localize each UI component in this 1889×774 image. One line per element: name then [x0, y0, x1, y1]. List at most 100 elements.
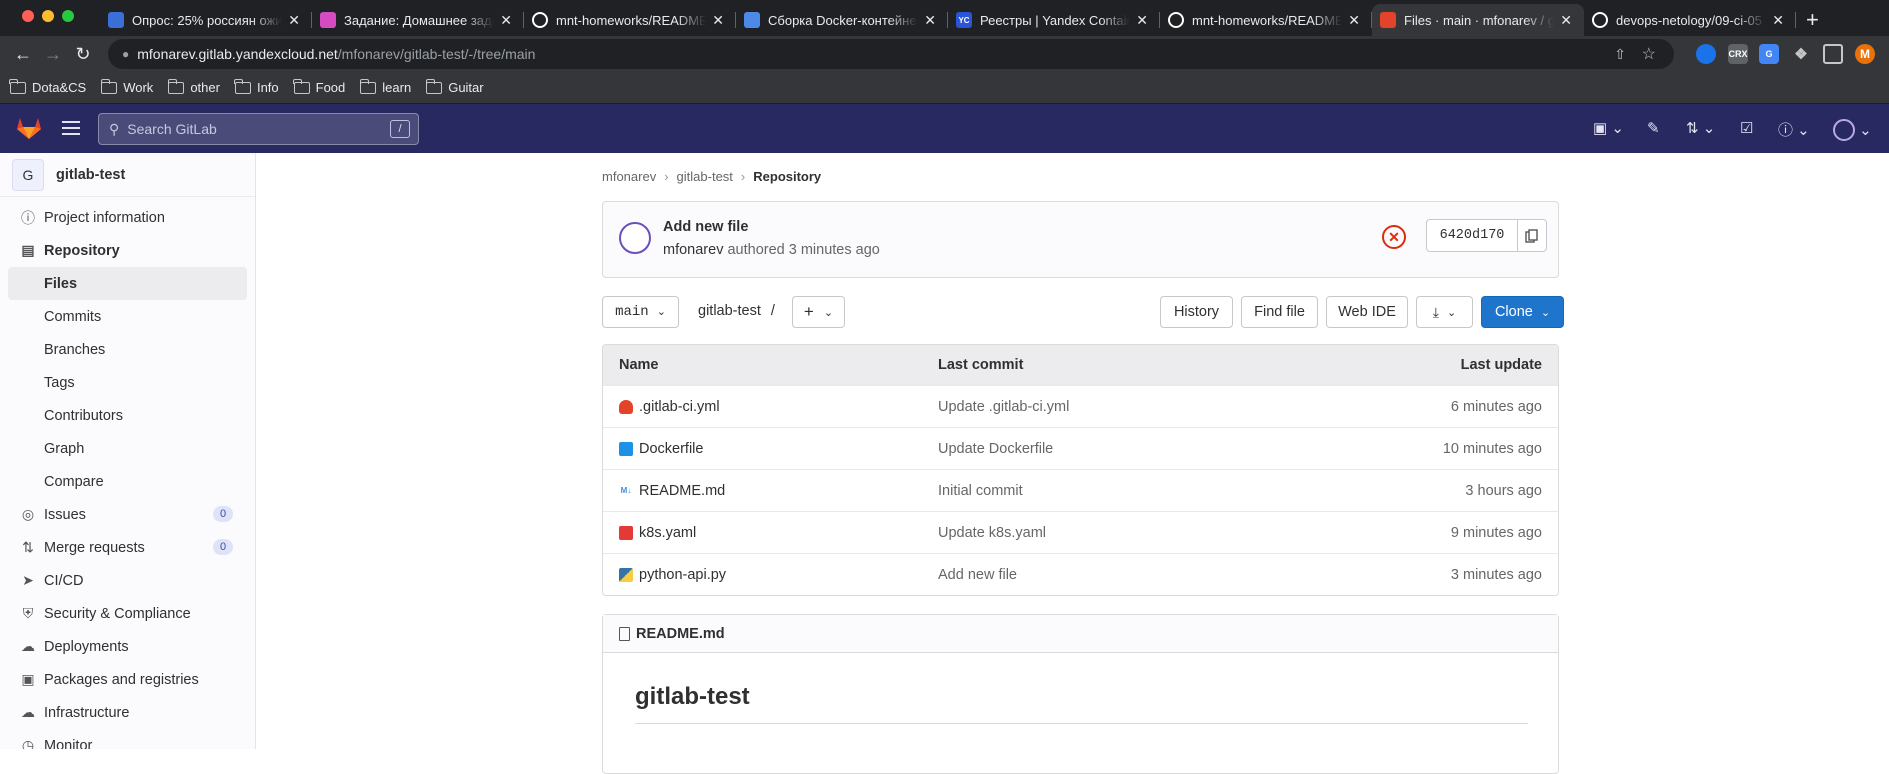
tab-close-icon[interactable]: ✕ — [712, 12, 724, 29]
browser-tab[interactable]: YC Реестры | Yandex Container ✕ — [948, 4, 1160, 36]
breadcrumb-item[interactable]: gitlab-test — [677, 169, 733, 184]
table-row[interactable]: Dockerfile Update Dockerfile 10 minutes ag… — [603, 427, 1558, 469]
sidebar-item-merge-requests[interactable]: ⇅ Merge requests 0 — [0, 531, 255, 564]
extension-translate-icon[interactable]: G — [1759, 44, 1779, 64]
menu-hamburger-icon[interactable] — [62, 121, 80, 135]
sidebar-item-issues[interactable]: ◎ Issues 0 — [0, 498, 255, 531]
clone-button[interactable]: Clone ⌄ — [1481, 296, 1564, 328]
breadcrumb-item[interactable]: mfonarev — [602, 169, 656, 184]
sidebar-item-compare[interactable]: Compare — [0, 465, 255, 498]
window-zoom-icon[interactable] — [62, 10, 74, 22]
readme-filename[interactable]: README.md — [636, 626, 725, 642]
window-minimize-icon[interactable] — [42, 10, 54, 22]
bookmark-star-icon[interactable]: ☆ — [1642, 44, 1656, 64]
share-icon[interactable]: ⇧ — [1614, 46, 1626, 63]
new-tab-icon[interactable]: + — [1806, 4, 1819, 36]
commit-title[interactable]: Add new file — [663, 219, 748, 235]
last-commit-message[interactable]: Update k8s.yaml — [938, 525, 1046, 541]
history-button[interactable]: History — [1160, 296, 1233, 328]
help-icon[interactable]: ⓘ ⌄ — [1778, 119, 1810, 140]
bookmark-folder[interactable]: Info — [234, 78, 279, 95]
browser-tab[interactable]: devops-netology/09-ci-05 ✕ — [1584, 4, 1796, 36]
tab-close-icon[interactable]: ✕ — [1348, 12, 1360, 29]
breadcrumb-item[interactable]: Repository — [753, 169, 821, 184]
branch-selector[interactable]: main ⌄ — [602, 296, 679, 328]
bookmark-folder[interactable]: Work — [100, 78, 153, 95]
table-row[interactable]: k8s.yaml Update k8s.yaml 9 minutes ago — [603, 511, 1558, 553]
last-commit-message[interactable]: Initial commit — [938, 483, 1023, 499]
issues-header-icon[interactable]: ✎ — [1647, 119, 1660, 137]
merge-requests-header-icon[interactable]: ⇅ ⌄ — [1686, 119, 1715, 137]
gitlab-logo-icon[interactable] — [16, 116, 42, 140]
repo-path-root[interactable]: gitlab-test — [698, 303, 761, 319]
add-to-tree-button[interactable]: + ⌄ — [792, 296, 845, 328]
last-commit-message[interactable]: Update .gitlab-ci.yml — [938, 399, 1069, 415]
sidebar-project-header[interactable]: G gitlab-test — [0, 153, 255, 197]
window-close-icon[interactable] — [22, 10, 34, 22]
sidebar-item-monitor[interactable]: ◷ Monitor — [0, 729, 255, 749]
last-commit-message[interactable]: Update Dockerfile — [938, 441, 1053, 457]
sidebar-item-graph[interactable]: Graph — [0, 432, 255, 465]
browser-tab[interactable]: Files · main · mfonarev / gitlab-test ✕ — [1372, 4, 1584, 36]
file-name-cell[interactable]: python-api.py — [619, 567, 726, 583]
tab-close-icon[interactable]: ✕ — [1772, 12, 1784, 29]
create-new-icon[interactable]: ▣ ⌄ — [1593, 119, 1624, 137]
find-file-button[interactable]: Find file — [1241, 296, 1318, 328]
table-row[interactable]: M↓ README.md Initial commit 3 hours ago — [603, 469, 1558, 511]
tab-close-icon[interactable]: ✕ — [924, 12, 936, 29]
download-button[interactable]: ⤓ ⌄ — [1416, 296, 1473, 328]
reload-icon[interactable]: ↻ — [68, 39, 98, 69]
address-bar[interactable]: ● mfonarev.gitlab.yandexcloud.net/mfonar… — [108, 39, 1674, 69]
file-name-cell[interactable]: .gitlab-ci.yml — [619, 399, 720, 415]
browser-tab[interactable]: Задание: Домашнее задание ✕ — [312, 4, 524, 36]
last-commit-message[interactable]: Add new file — [938, 567, 1017, 583]
sidebar-item-security-compliance[interactable]: ⛨ Security & Compliance — [0, 597, 255, 630]
sidepanel-icon[interactable] — [1823, 44, 1843, 64]
gitlab-search-input[interactable]: ⚲ Search GitLab / — [98, 113, 419, 145]
commit-author-avatar[interactable] — [619, 222, 651, 254]
sidebar-item-tags[interactable]: Tags — [0, 366, 255, 399]
file-name-cell[interactable]: k8s.yaml — [619, 525, 696, 541]
sidebar-item-project-information[interactable]: ⓘ Project information — [0, 201, 255, 234]
sidebar-item-files[interactable]: Files — [8, 267, 247, 300]
copy-sha-icon[interactable] — [1517, 219, 1547, 252]
forward-icon[interactable]: → — [38, 39, 68, 69]
user-avatar-icon[interactable]: ⌄ — [1833, 119, 1872, 141]
table-row[interactable]: python-api.py Add new file 3 minutes ago — [603, 553, 1558, 595]
extensions-puzzle-icon[interactable]: ❖ — [1791, 44, 1811, 64]
commit-sha[interactable]: 6420d170 — [1426, 219, 1518, 252]
browser-tab[interactable]: Опрос: 25% россиян ожидают ✕ — [100, 4, 312, 36]
browser-tab[interactable]: mnt-homeworks/README.md ✕ — [524, 4, 736, 36]
sidebar-item-commits[interactable]: Commits — [0, 300, 255, 333]
commit-author[interactable]: mfonarev — [663, 242, 723, 258]
tab-close-icon[interactable]: ✕ — [288, 12, 300, 29]
sidebar-item-ci-cd[interactable]: ➤ CI/CD — [0, 564, 255, 597]
tab-close-icon[interactable]: ✕ — [1560, 12, 1572, 29]
bookmark-folder[interactable]: Guitar — [425, 78, 484, 95]
bookmark-folder[interactable]: learn — [359, 78, 411, 95]
tab-close-icon[interactable]: ✕ — [500, 12, 512, 29]
tab-close-icon[interactable]: ✕ — [1136, 12, 1148, 29]
bookmark-folder[interactable]: other — [167, 78, 220, 95]
pipeline-failed-icon[interactable]: ✕ — [1382, 225, 1406, 249]
back-icon[interactable]: ← — [8, 39, 38, 69]
sidebar-item-packages-and-registries[interactable]: ▣ Packages and registries — [0, 663, 255, 696]
browser-tab[interactable]: mnt-homeworks/README.md ✕ — [1160, 4, 1372, 36]
extension-sync-icon[interactable] — [1696, 44, 1716, 64]
shield-icon: ⛨ — [22, 605, 34, 621]
web-ide-button[interactable]: Web IDE — [1326, 296, 1408, 328]
profile-avatar[interactable]: M — [1855, 44, 1875, 64]
bookmark-folder[interactable]: Dota&CS — [9, 78, 86, 95]
todos-icon[interactable]: ☑ — [1740, 119, 1753, 137]
table-row[interactable]: .gitlab-ci.yml Update .gitlab-ci.yml 6 min… — [603, 385, 1558, 427]
extension-crx-icon[interactable]: CRX — [1728, 44, 1748, 64]
sidebar-item-deployments[interactable]: ☁ Deployments — [0, 630, 255, 663]
bookmark-folder[interactable]: Food — [293, 78, 345, 95]
file-name-cell[interactable]: Dockerfile — [619, 441, 703, 457]
sidebar-item-branches[interactable]: Branches — [0, 333, 255, 366]
file-name-cell[interactable]: M↓ README.md — [619, 483, 726, 499]
sidebar-item-infrastructure[interactable]: ☁ Infrastructure — [0, 696, 255, 729]
sidebar-item-contributors[interactable]: Contributors — [0, 399, 255, 432]
sidebar-item-repository[interactable]: ▤ Repository — [0, 234, 255, 267]
browser-tab[interactable]: Сборка Docker-контейнера ✕ — [736, 4, 948, 36]
